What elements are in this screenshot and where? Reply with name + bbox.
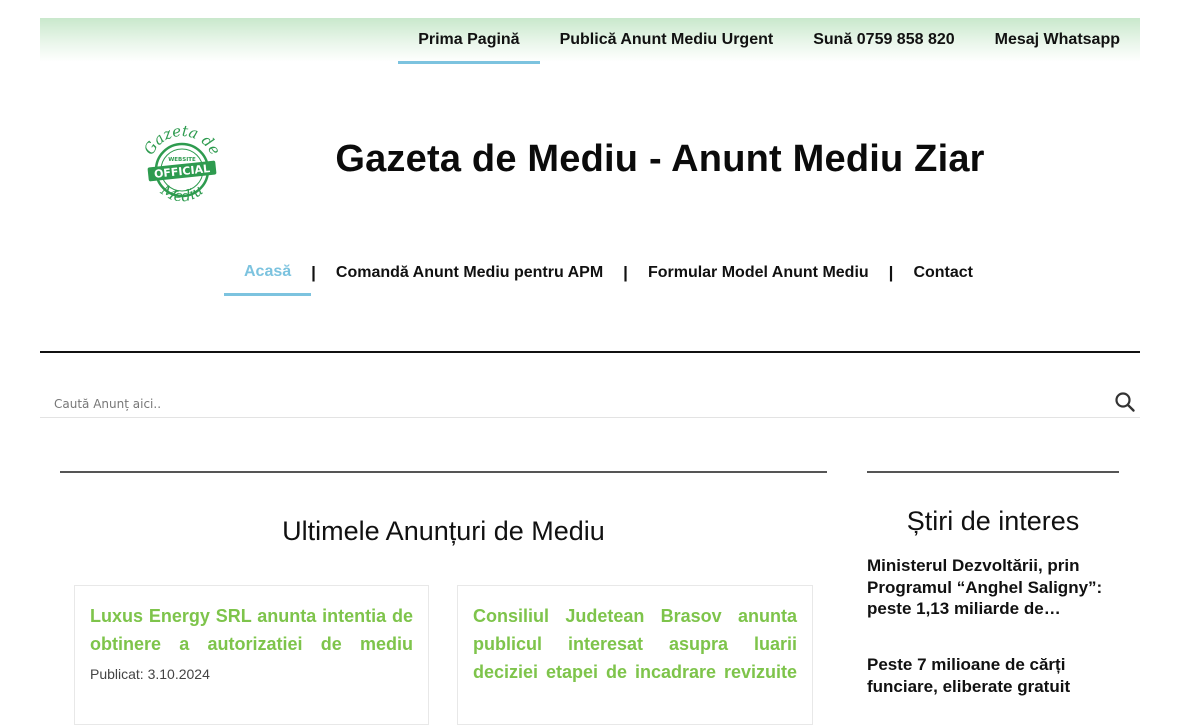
logo-seal-graphic: Gazeta de Mediu WEBSITE OFFICIAL bbox=[140, 122, 224, 206]
logo-badge-small: WEBSITE bbox=[168, 157, 196, 163]
announcement-date: Publicat: 3.10.2024 bbox=[90, 666, 210, 682]
top-bar: Prima Pagină Publică Anunt Mediu Urgent … bbox=[40, 18, 1140, 64]
announcement-title[interactable]: Consiliul Judetean Brasov anunta publicu… bbox=[473, 602, 797, 686]
announcement-title[interactable]: Luxus Energy SRL anunta intentia de obti… bbox=[90, 602, 413, 658]
announcement-card: Consiliul Judetean Brasov anunta publicu… bbox=[457, 585, 813, 725]
main-nav: Acasă | Comandă Anunt Mediu pentru APM |… bbox=[224, 250, 993, 296]
topnav-item-whatsapp[interactable]: Mesaj Whatsapp bbox=[975, 18, 1140, 62]
nav-item-acasa[interactable]: Acasă bbox=[224, 250, 312, 296]
top-nav: Prima Pagină Publică Anunt Mediu Urgent … bbox=[398, 18, 1140, 64]
sidebar-title: Știri de interes bbox=[906, 506, 1080, 536]
site-logo[interactable]: Gazeta de Mediu WEBSITE OFFICIAL bbox=[138, 122, 226, 216]
nav-item-formular-model[interactable]: Formular Model Anunt Mediu bbox=[628, 250, 889, 296]
sidebar-news-item[interactable]: Peste 7 milioane de cărți funciare, elib… bbox=[867, 654, 1119, 697]
search-icon[interactable] bbox=[1114, 391, 1136, 413]
topnav-item-publica-anunt[interactable]: Publică Anunt Mediu Urgent bbox=[540, 18, 794, 62]
topnav-item-prima-pagina[interactable]: Prima Pagină bbox=[398, 18, 540, 64]
nav-item-comanda-anunt[interactable]: Comandă Anunt Mediu pentru APM bbox=[316, 250, 623, 296]
sidebar-divider bbox=[867, 471, 1119, 473]
site-title[interactable]: Gazeta de Mediu - Anunt Mediu Ziar bbox=[300, 138, 1020, 181]
section-divider bbox=[60, 471, 827, 473]
logo-top-text: Gazeta de bbox=[140, 122, 224, 158]
search-bar bbox=[40, 388, 1140, 418]
nav-item-contact[interactable]: Contact bbox=[893, 250, 993, 296]
section-title: Ultimele Anunțuri de Mediu bbox=[282, 516, 605, 546]
sidebar-news-item[interactable]: Ministerul Dezvoltării, prin Programul “… bbox=[867, 555, 1119, 620]
search-input[interactable] bbox=[52, 392, 1056, 416]
svg-text:Gazeta de: Gazeta de bbox=[140, 124, 224, 158]
svg-text:Mediu: Mediu bbox=[157, 180, 207, 205]
header-divider bbox=[40, 351, 1140, 353]
announcement-card: Luxus Energy SRL anunta intentia de obti… bbox=[74, 585, 429, 725]
logo-bottom-text: Mediu bbox=[157, 180, 207, 205]
topnav-item-suna[interactable]: Sună 0759 858 820 bbox=[793, 18, 974, 62]
